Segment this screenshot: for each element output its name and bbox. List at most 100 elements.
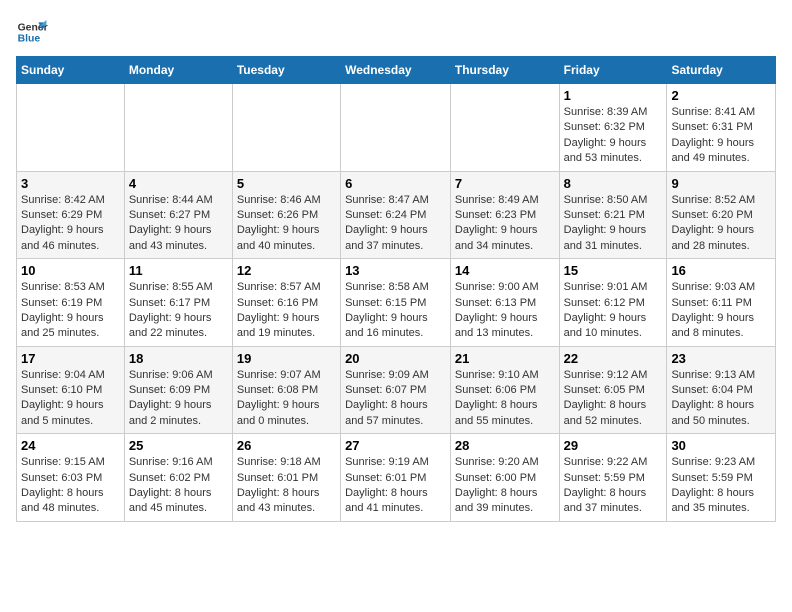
calendar-cell: 10 Sunrise: 8:53 AM Sunset: 6:19 PM Dayli… [17, 259, 125, 347]
day-info: Sunrise: 9:22 AM Sunset: 5:59 PM Dayligh… [564, 455, 663, 517]
calendar-cell: 22 Sunrise: 9:12 AM Sunset: 6:05 PM Dayli… [559, 346, 667, 434]
day-number: 4 [129, 176, 228, 191]
days-of-week-row: SundayMondayTuesdayWednesdayThursdayFrid… [17, 57, 776, 84]
day-number: 10 [21, 263, 120, 278]
calendar-cell: 27 Sunrise: 9:19 AM Sunset: 6:01 PM Dayli… [341, 434, 451, 522]
day-info: Sunrise: 8:44 AM Sunset: 6:27 PM Dayligh… [129, 193, 228, 255]
day-info: Sunrise: 8:41 AM Sunset: 6:31 PM Dayligh… [671, 105, 771, 167]
day-info: Sunrise: 9:19 AM Sunset: 6:01 PM Dayligh… [345, 455, 446, 517]
calendar-cell: 29 Sunrise: 9:22 AM Sunset: 5:59 PM Dayli… [559, 434, 667, 522]
day-info: Sunrise: 9:10 AM Sunset: 6:06 PM Dayligh… [455, 368, 555, 430]
calendar-cell: 7 Sunrise: 8:49 AM Sunset: 6:23 PM Daylig… [450, 171, 559, 259]
day-info: Sunrise: 8:42 AM Sunset: 6:29 PM Dayligh… [21, 193, 120, 255]
day-number: 30 [671, 438, 771, 453]
calendar-week-row: 17Sunrise: 9:04 AM Sunset: 6:10 PM Dayli… [17, 346, 776, 434]
dow-header: Monday [124, 57, 232, 84]
day-number: 26 [237, 438, 336, 453]
calendar-cell: 28 Sunrise: 9:20 AM Sunset: 6:00 PM Dayli… [450, 434, 559, 522]
calendar-cell: 26 Sunrise: 9:18 AM Sunset: 6:01 PM Dayli… [232, 434, 340, 522]
day-number: 25 [129, 438, 228, 453]
day-number: 15 [564, 263, 663, 278]
day-number: 22 [564, 351, 663, 366]
day-number: 16 [671, 263, 771, 278]
day-number: 8 [564, 176, 663, 191]
day-info: Sunrise: 8:58 AM Sunset: 6:15 PM Dayligh… [345, 280, 446, 342]
calendar-cell [341, 84, 451, 172]
day-number: 3 [21, 176, 120, 191]
day-info: Sunrise: 9:06 AM Sunset: 6:09 PM Dayligh… [129, 368, 228, 430]
day-info: Sunrise: 9:13 AM Sunset: 6:04 PM Dayligh… [671, 368, 771, 430]
day-number: 21 [455, 351, 555, 366]
day-info: Sunrise: 9:00 AM Sunset: 6:13 PM Dayligh… [455, 280, 555, 342]
page-header: General Blue [16, 16, 776, 48]
day-info: Sunrise: 8:53 AM Sunset: 6:19 PM Dayligh… [21, 280, 120, 342]
calendar-week-row: 1 Sunrise: 8:39 AM Sunset: 6:32 PM Daylig… [17, 84, 776, 172]
day-info: Sunrise: 9:12 AM Sunset: 6:05 PM Dayligh… [564, 368, 663, 430]
day-number: 9 [671, 176, 771, 191]
day-number: 6 [345, 176, 446, 191]
calendar-cell: 17Sunrise: 9:04 AM Sunset: 6:10 PM Dayli… [17, 346, 125, 434]
day-info: Sunrise: 8:39 AM Sunset: 6:32 PM Dayligh… [564, 105, 663, 167]
calendar-cell: 11 Sunrise: 8:55 AM Sunset: 6:17 PM Dayli… [124, 259, 232, 347]
day-number: 14 [455, 263, 555, 278]
day-number: 18 [129, 351, 228, 366]
day-number: 1 [564, 88, 663, 103]
logo: General Blue [16, 16, 48, 48]
day-info: Sunrise: 9:15 AM Sunset: 6:03 PM Dayligh… [21, 455, 120, 517]
dow-header: Thursday [450, 57, 559, 84]
calendar-cell: 13 Sunrise: 8:58 AM Sunset: 6:15 PM Dayli… [341, 259, 451, 347]
day-info: Sunrise: 9:01 AM Sunset: 6:12 PM Dayligh… [564, 280, 663, 342]
dow-header: Wednesday [341, 57, 451, 84]
day-number: 23 [671, 351, 771, 366]
calendar-cell: 19 Sunrise: 9:07 AM Sunset: 6:08 PM Dayli… [232, 346, 340, 434]
day-number: 28 [455, 438, 555, 453]
logo-icon: General Blue [16, 16, 48, 48]
day-info: Sunrise: 9:16 AM Sunset: 6:02 PM Dayligh… [129, 455, 228, 517]
day-info: Sunrise: 9:23 AM Sunset: 5:59 PM Dayligh… [671, 455, 771, 517]
day-info: Sunrise: 9:20 AM Sunset: 6:00 PM Dayligh… [455, 455, 555, 517]
calendar-cell: 30 Sunrise: 9:23 AM Sunset: 5:59 PM Dayli… [667, 434, 776, 522]
day-info: Sunrise: 9:03 AM Sunset: 6:11 PM Dayligh… [671, 280, 771, 342]
day-number: 12 [237, 263, 336, 278]
day-number: 24 [21, 438, 120, 453]
day-info: Sunrise: 8:50 AM Sunset: 6:21 PM Dayligh… [564, 193, 663, 255]
calendar-cell: 14 Sunrise: 9:00 AM Sunset: 6:13 PM Dayli… [450, 259, 559, 347]
calendar-cell: 15 Sunrise: 9:01 AM Sunset: 6:12 PM Dayli… [559, 259, 667, 347]
day-number: 19 [237, 351, 336, 366]
day-number: 11 [129, 263, 228, 278]
dow-header: Sunday [17, 57, 125, 84]
calendar-cell: 21 Sunrise: 9:10 AM Sunset: 6:06 PM Dayli… [450, 346, 559, 434]
day-number: 5 [237, 176, 336, 191]
calendar-cell [450, 84, 559, 172]
day-info: Sunrise: 9:09 AM Sunset: 6:07 PM Dayligh… [345, 368, 446, 430]
day-info: Sunrise: 8:55 AM Sunset: 6:17 PM Dayligh… [129, 280, 228, 342]
calendar-cell: 23 Sunrise: 9:13 AM Sunset: 6:04 PM Dayli… [667, 346, 776, 434]
day-number: 29 [564, 438, 663, 453]
dow-header: Tuesday [232, 57, 340, 84]
day-info: Sunrise: 9:18 AM Sunset: 6:01 PM Dayligh… [237, 455, 336, 517]
calendar-cell: 16 Sunrise: 9:03 AM Sunset: 6:11 PM Dayli… [667, 259, 776, 347]
day-number: 13 [345, 263, 446, 278]
calendar-cell [17, 84, 125, 172]
day-number: 17 [21, 351, 120, 366]
calendar-cell [124, 84, 232, 172]
dow-header: Saturday [667, 57, 776, 84]
day-info: Sunrise: 8:46 AM Sunset: 6:26 PM Dayligh… [237, 193, 336, 255]
calendar-cell: 6 Sunrise: 8:47 AM Sunset: 6:24 PM Daylig… [341, 171, 451, 259]
calendar-cell: 20Sunrise: 9:09 AM Sunset: 6:07 PM Dayli… [341, 346, 451, 434]
calendar-cell: 18 Sunrise: 9:06 AM Sunset: 6:09 PM Dayli… [124, 346, 232, 434]
calendar-week-row: 10 Sunrise: 8:53 AM Sunset: 6:19 PM Dayli… [17, 259, 776, 347]
calendar-week-row: 3 Sunrise: 8:42 AM Sunset: 6:29 PM Daylig… [17, 171, 776, 259]
day-info: Sunrise: 8:49 AM Sunset: 6:23 PM Dayligh… [455, 193, 555, 255]
day-info: Sunrise: 8:47 AM Sunset: 6:24 PM Dayligh… [345, 193, 446, 255]
calendar-cell: 2Sunrise: 8:41 AM Sunset: 6:31 PM Daylig… [667, 84, 776, 172]
calendar-cell: 24 Sunrise: 9:15 AM Sunset: 6:03 PM Dayli… [17, 434, 125, 522]
day-info: Sunrise: 9:07 AM Sunset: 6:08 PM Dayligh… [237, 368, 336, 430]
day-number: 27 [345, 438, 446, 453]
day-info: Sunrise: 8:52 AM Sunset: 6:20 PM Dayligh… [671, 193, 771, 255]
day-info: Sunrise: 8:57 AM Sunset: 6:16 PM Dayligh… [237, 280, 336, 342]
dow-header: Friday [559, 57, 667, 84]
calendar-cell [232, 84, 340, 172]
calendar-cell: 3 Sunrise: 8:42 AM Sunset: 6:29 PM Daylig… [17, 171, 125, 259]
day-number: 7 [455, 176, 555, 191]
